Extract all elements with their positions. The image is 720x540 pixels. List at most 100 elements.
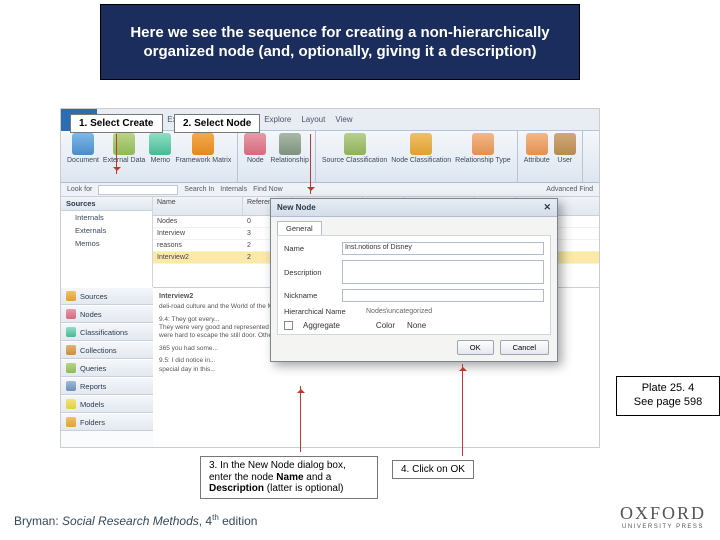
nav-reports[interactable]: Reports xyxy=(61,377,153,395)
ribbon-node[interactable]: Node xyxy=(244,133,266,164)
ribbon-node-class[interactable]: Node Classification xyxy=(391,133,451,164)
nodes-icon xyxy=(66,309,76,319)
ribbon-rel-type[interactable]: Relationship Type xyxy=(455,133,511,164)
name-input[interactable]: Inst.notions of Disney xyxy=(342,242,544,255)
ribbon-external[interactable]: External Data xyxy=(103,133,145,164)
ribbon-memo[interactable]: Memo xyxy=(149,133,171,164)
plate-line1: Plate 25. 4 xyxy=(642,382,695,396)
lbl: Classifications xyxy=(80,328,128,337)
classifications-icon xyxy=(66,327,76,337)
ribbon-document[interactable]: Document xyxy=(67,133,99,164)
nav-queries[interactable]: Queries xyxy=(61,359,153,377)
instruction-text: Here we see the sequence for creating a … xyxy=(121,23,559,62)
doc-line: special day in this... xyxy=(159,366,593,374)
framework-icon xyxy=(192,133,214,155)
ribbon-group-classifications: Source Classification Node Classificatio… xyxy=(316,131,518,182)
lookfor-input[interactable] xyxy=(98,185,178,195)
author: Bryman: xyxy=(14,514,62,528)
t: (latter is optional) xyxy=(264,483,343,494)
nav-nodes[interactable]: Nodes xyxy=(61,305,153,323)
node-icon xyxy=(244,133,266,155)
ok-button[interactable]: OK xyxy=(457,340,494,355)
cancel-button[interactable]: Cancel xyxy=(500,340,549,355)
color-value[interactable]: None xyxy=(407,321,426,330)
navigation-stack: Sources Nodes Classifications Collection… xyxy=(61,287,153,447)
ribbon-body: Document External Data Memo Framework Ma… xyxy=(61,131,599,183)
collections-icon xyxy=(66,345,76,355)
rel-type-icon xyxy=(472,133,494,155)
t: Description xyxy=(209,483,264,494)
name-value: Inst.notions of Disney xyxy=(345,244,412,251)
nav-classifications[interactable]: Classifications xyxy=(61,323,153,341)
nav-models[interactable]: Models xyxy=(61,395,153,413)
nav-collections[interactable]: Collections xyxy=(61,341,153,359)
new-node-dialog: New Node ✕ General Name Inst.notions of … xyxy=(270,198,558,362)
close-icon[interactable]: ✕ xyxy=(543,202,551,213)
searchin-label: Search In xyxy=(184,186,214,193)
plate-line2: See page 598 xyxy=(634,396,703,410)
tab-explore[interactable]: Explore xyxy=(264,115,291,124)
search-bar: Look for Search In Internals Find Now Ad… xyxy=(61,183,599,197)
arrow-4 xyxy=(462,364,463,456)
ed-pre: , 4 xyxy=(199,514,212,528)
nav-sources[interactable]: Sources xyxy=(61,287,153,305)
hierarchical-value: Nodes\uncategorized xyxy=(366,308,544,315)
lbl: Memo xyxy=(151,157,170,164)
instruction-header: Here we see the sequence for creating a … xyxy=(100,4,580,80)
lbl: Nodes xyxy=(80,310,102,319)
dialog-tab-general[interactable]: General xyxy=(277,221,322,235)
sources-internals[interactable]: Internals xyxy=(61,211,152,224)
lbl: Sources xyxy=(80,292,108,301)
dialog-titlebar: New Node ✕ xyxy=(271,199,557,217)
dialog-title-text: New Node xyxy=(277,203,316,212)
oxford-wordmark: OXFORD xyxy=(620,503,706,524)
dialog-buttons: OK Cancel xyxy=(457,340,549,355)
col-name[interactable]: Name xyxy=(153,197,243,215)
footer-citation: Bryman: Social Research Methods, 4th edi… xyxy=(14,513,257,528)
lbl: Framework Matrix xyxy=(175,157,231,164)
nickname-label: Nickname xyxy=(284,291,336,300)
lbl: Node Classification xyxy=(391,157,451,164)
sources-externals[interactable]: Externals xyxy=(61,224,152,237)
relationship-icon xyxy=(279,133,301,155)
ribbon-src-class[interactable]: Source Classification xyxy=(322,133,387,164)
tab-layout[interactable]: Layout xyxy=(301,115,325,124)
ribbon-framework[interactable]: Framework Matrix xyxy=(175,133,231,164)
description-label: Description xyxy=(284,268,336,277)
nickname-input[interactable] xyxy=(342,289,544,302)
findnow-button[interactable]: Find Now xyxy=(253,186,283,193)
node-class-icon xyxy=(410,133,432,155)
lbl: Node xyxy=(247,157,264,164)
lbl: Attribute xyxy=(524,157,550,164)
lbl: Collections xyxy=(80,346,117,355)
lbl: Queries xyxy=(80,364,106,373)
sources-memos[interactable]: Memos xyxy=(61,237,152,250)
aggregate-checkbox[interactable] xyxy=(284,321,293,330)
searchin-value[interactable]: Internals xyxy=(220,186,247,193)
arrow-2 xyxy=(310,134,311,194)
lbl: Relationship Type xyxy=(455,157,511,164)
color-label: Color xyxy=(376,321,395,330)
ed-sup: th xyxy=(212,513,219,522)
ed-post: edition xyxy=(219,514,258,528)
document-icon xyxy=(72,133,94,155)
ribbon-attribute[interactable]: Attribute xyxy=(524,133,550,164)
aggregate-label: Aggregate xyxy=(303,321,340,330)
nav-folders[interactable]: Folders xyxy=(61,413,153,431)
sources-panel: Sources Internals Externals Memos xyxy=(61,197,153,287)
tab-view[interactable]: View xyxy=(335,115,352,124)
description-input[interactable] xyxy=(342,260,544,284)
dialog-body: Name Inst.notions of Disney Description … xyxy=(277,235,551,335)
lbl: Relationship xyxy=(270,157,309,164)
advanced-find-link[interactable]: Advanced Find xyxy=(546,186,593,193)
field-aggregate: Aggregate Color None xyxy=(284,321,544,330)
queries-icon xyxy=(66,363,76,373)
publisher-logo: OXFORD UNIVERSITY PRESS xyxy=(620,503,706,530)
plate-label: Plate 25. 4 See page 598 xyxy=(616,376,720,416)
folders-icon xyxy=(66,417,76,427)
ribbon-user[interactable]: User xyxy=(554,133,576,164)
sources-header: Sources xyxy=(61,197,152,211)
callout-step-1: 1. Select Create xyxy=(70,114,163,133)
cell: Nodes xyxy=(153,216,243,227)
ribbon-relationship[interactable]: Relationship xyxy=(270,133,309,164)
